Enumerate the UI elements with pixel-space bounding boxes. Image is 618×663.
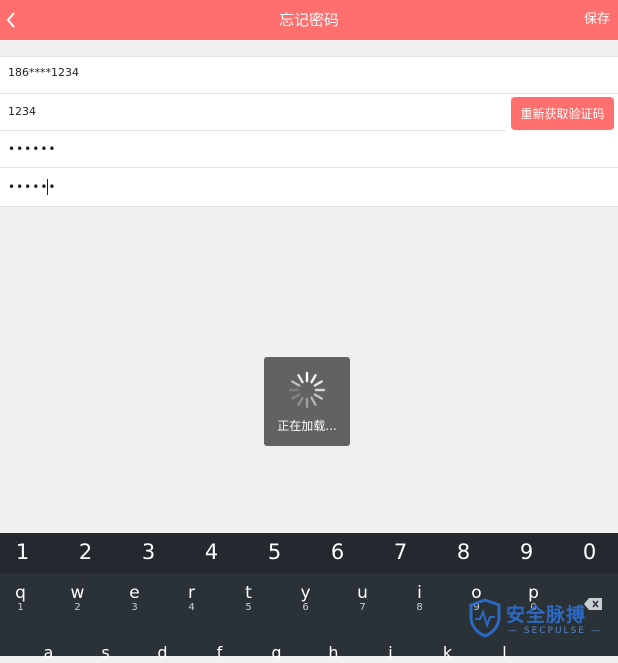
code-value: 1234: [8, 105, 36, 118]
key-9[interactable]: 9: [498, 540, 555, 564]
key-label: y: [300, 583, 311, 603]
key-label: t: [245, 583, 252, 603]
key-5[interactable]: 5: [246, 540, 303, 564]
keyboard-number-row: 1 2 3 4 5 6 7 8 9 0: [0, 533, 618, 573]
loading-dialog: 正在加载...: [264, 357, 350, 446]
key-8[interactable]: 8: [435, 540, 492, 564]
key-e[interactable]: e3: [106, 583, 163, 613]
key-i[interactable]: i8: [391, 583, 448, 613]
key-hint: 2: [74, 602, 81, 613]
phone-value: 186****1234: [8, 66, 79, 79]
watermark: 安全脉搏 — SECPULSE —: [466, 596, 616, 646]
key-q[interactable]: q1: [0, 583, 49, 613]
key-hint: 6: [302, 602, 309, 613]
key-label: r: [188, 583, 195, 603]
text-cursor: [47, 179, 48, 195]
password-field[interactable]: ••••••: [0, 131, 618, 167]
password-value: ••••••: [8, 142, 57, 156]
key-label: i: [417, 583, 422, 603]
key-a[interactable]: a: [20, 643, 77, 662]
key-3[interactable]: 3: [120, 540, 177, 564]
reset-form: 186****1234 1234 •••••• ••••••: [0, 56, 618, 207]
watermark-cn: 安全脉搏: [506, 604, 587, 626]
key-f[interactable]: f: [191, 643, 248, 662]
key-t[interactable]: t5: [220, 583, 277, 613]
key-h[interactable]: h: [305, 643, 362, 662]
key-hint: 5: [245, 602, 252, 613]
key-hint: 8: [416, 602, 423, 613]
spinner-icon: [288, 371, 326, 409]
key-u[interactable]: u7: [334, 583, 391, 613]
phone-field[interactable]: 186****1234: [0, 57, 618, 93]
key-7[interactable]: 7: [372, 540, 429, 564]
key-g[interactable]: g: [248, 643, 305, 662]
key-hint: 7: [359, 602, 366, 613]
key-2[interactable]: 2: [57, 540, 114, 564]
page-title: 忘记密码: [278, 11, 339, 29]
save-button[interactable]: 保存: [584, 0, 610, 40]
key-6[interactable]: 6: [309, 540, 366, 564]
key-j[interactable]: j: [362, 643, 419, 662]
key-hint: 1: [17, 602, 24, 613]
key-s[interactable]: s: [77, 643, 134, 662]
keyboard-home-row: a s d f g h j k l: [0, 643, 618, 663]
key-r[interactable]: r4: [163, 583, 220, 613]
key-hint: 4: [188, 602, 195, 613]
key-label: u: [357, 583, 368, 603]
app-header: 忘记密码 保存: [0, 0, 618, 40]
key-label: e: [129, 583, 140, 603]
key-hint: 3: [131, 602, 138, 613]
key-4[interactable]: 4: [183, 540, 240, 564]
key-y[interactable]: y6: [277, 583, 334, 613]
resend-code-button[interactable]: 重新获取验证码: [511, 97, 614, 130]
key-w[interactable]: w2: [49, 583, 106, 613]
key-0[interactable]: 0: [561, 540, 618, 564]
confirm-password-value: ••••••: [8, 180, 57, 194]
confirm-password-field[interactable]: ••••••: [0, 169, 618, 205]
divider: [0, 167, 618, 168]
key-1[interactable]: 1: [0, 540, 51, 564]
key-label: w: [70, 583, 85, 603]
loading-text: 正在加载...: [277, 419, 337, 433]
watermark-en: — SECPULSE —: [508, 626, 602, 636]
key-label: q: [15, 583, 26, 603]
key-d[interactable]: d: [134, 643, 191, 662]
shield-icon: [469, 598, 501, 638]
